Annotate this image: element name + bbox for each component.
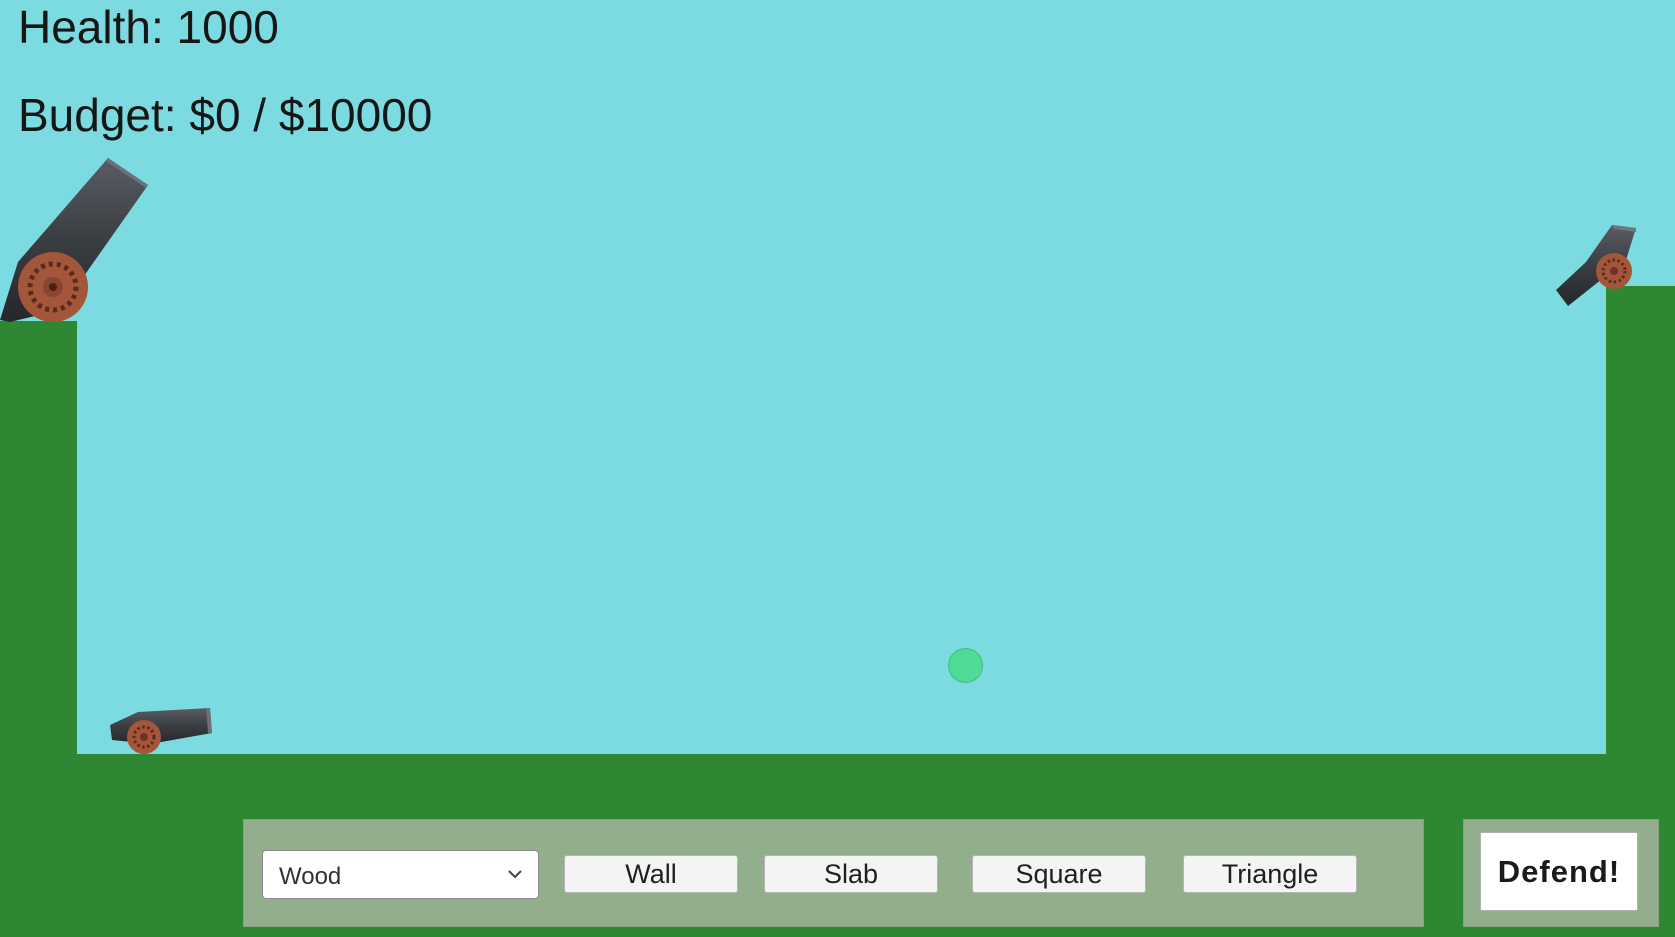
cannon-small-right	[1556, 225, 1636, 306]
cannons-layer	[0, 158, 1636, 754]
triangle-button[interactable]: Triangle	[1183, 855, 1357, 893]
cannon-wheel	[127, 720, 161, 754]
cannon-wheel	[18, 252, 88, 322]
material-dropdown[interactable]: Wood	[262, 850, 539, 899]
target-ball	[948, 648, 983, 683]
build-panel: Wood Wall Slab Square Triangle	[243, 819, 1424, 927]
slab-button[interactable]: Slab	[764, 855, 938, 893]
cannon-small-floor	[110, 708, 212, 754]
cannon-wheel	[1596, 253, 1632, 289]
defend-panel: Defend!	[1463, 819, 1659, 927]
wall-button[interactable]: Wall	[564, 855, 738, 893]
square-button[interactable]: Square	[972, 855, 1146, 893]
chevron-down-icon	[508, 870, 522, 879]
material-dropdown-value: Wood	[279, 863, 342, 890]
cannon-large-left	[0, 158, 148, 322]
defend-button[interactable]: Defend!	[1480, 832, 1638, 911]
